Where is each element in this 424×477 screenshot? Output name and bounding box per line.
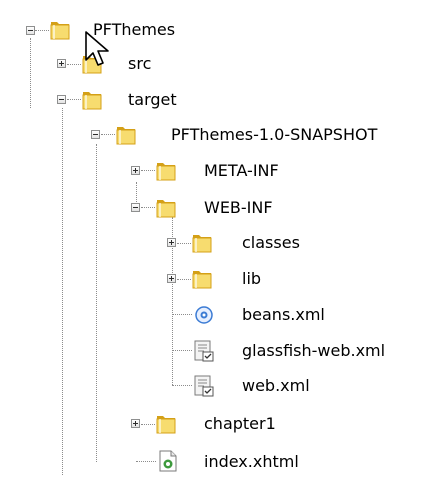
tree-guide-line	[35, 30, 49, 31]
tree-node-label[interactable]: WEB-INF	[204, 198, 273, 218]
tree-node-label[interactable]: target	[128, 90, 177, 110]
project-tree: PFThemes src target PFThemes-1.0-SNAPSHO…	[0, 0, 424, 475]
expand-toggle-icon[interactable]	[131, 419, 140, 428]
tree-node-label[interactable]: lib	[242, 269, 261, 289]
tree-guide-line	[172, 314, 192, 315]
xml-config-icon	[192, 374, 216, 398]
tree-guide-line	[141, 170, 155, 171]
tree-node-label[interactable]: src	[128, 54, 151, 74]
tree-guide-line	[141, 207, 155, 208]
tree-guide-line	[177, 243, 191, 244]
collapse-toggle-icon[interactable]	[91, 130, 100, 139]
folder-icon	[80, 88, 104, 112]
collapse-toggle-icon[interactable]	[57, 95, 66, 104]
tree-node-label[interactable]: beans.xml	[242, 305, 325, 325]
tree-guide-line	[172, 350, 192, 351]
expand-toggle-icon[interactable]	[167, 238, 176, 247]
xml-config-icon	[192, 339, 216, 363]
tree-node-label[interactable]: PFThemes-1.0-SNAPSHOT	[171, 125, 377, 145]
folder-icon	[48, 18, 72, 42]
tree-guide-line	[172, 385, 192, 386]
tree-guide-line	[177, 279, 191, 280]
tree-node-label[interactable]: index.xhtml	[204, 452, 299, 472]
tree-guide-line	[30, 38, 31, 108]
tree-node-label[interactable]: META-INF	[204, 161, 279, 181]
beans-xml-icon	[192, 303, 216, 327]
folder-icon	[80, 52, 104, 76]
tree-guide-line	[62, 108, 63, 475]
tree-guide-line	[96, 144, 97, 462]
tree-guide-line	[101, 134, 115, 135]
collapse-toggle-icon[interactable]	[131, 203, 140, 212]
tree-node-label[interactable]: classes	[242, 233, 300, 253]
tree-node-label[interactable]: PFThemes	[93, 20, 175, 40]
folder-icon	[190, 267, 214, 291]
tree-node-label[interactable]: chapter1	[204, 414, 276, 434]
xhtml-file-icon	[156, 449, 180, 473]
folder-icon	[154, 412, 178, 436]
folder-icon	[154, 159, 178, 183]
expand-toggle-icon[interactable]	[131, 166, 140, 175]
tree-guide-line	[67, 99, 81, 100]
folder-icon	[114, 123, 138, 147]
tree-guide-line	[136, 461, 156, 462]
folder-icon	[190, 231, 214, 255]
expand-toggle-icon[interactable]	[57, 59, 66, 68]
folder-icon	[154, 196, 178, 220]
tree-guide-line	[67, 64, 81, 65]
expand-toggle-icon[interactable]	[167, 274, 176, 283]
tree-guide-line	[141, 424, 155, 425]
collapse-toggle-icon[interactable]	[26, 26, 35, 35]
tree-node-label[interactable]: glassfish-web.xml	[242, 341, 385, 361]
tree-node-label[interactable]: web.xml	[242, 376, 310, 396]
